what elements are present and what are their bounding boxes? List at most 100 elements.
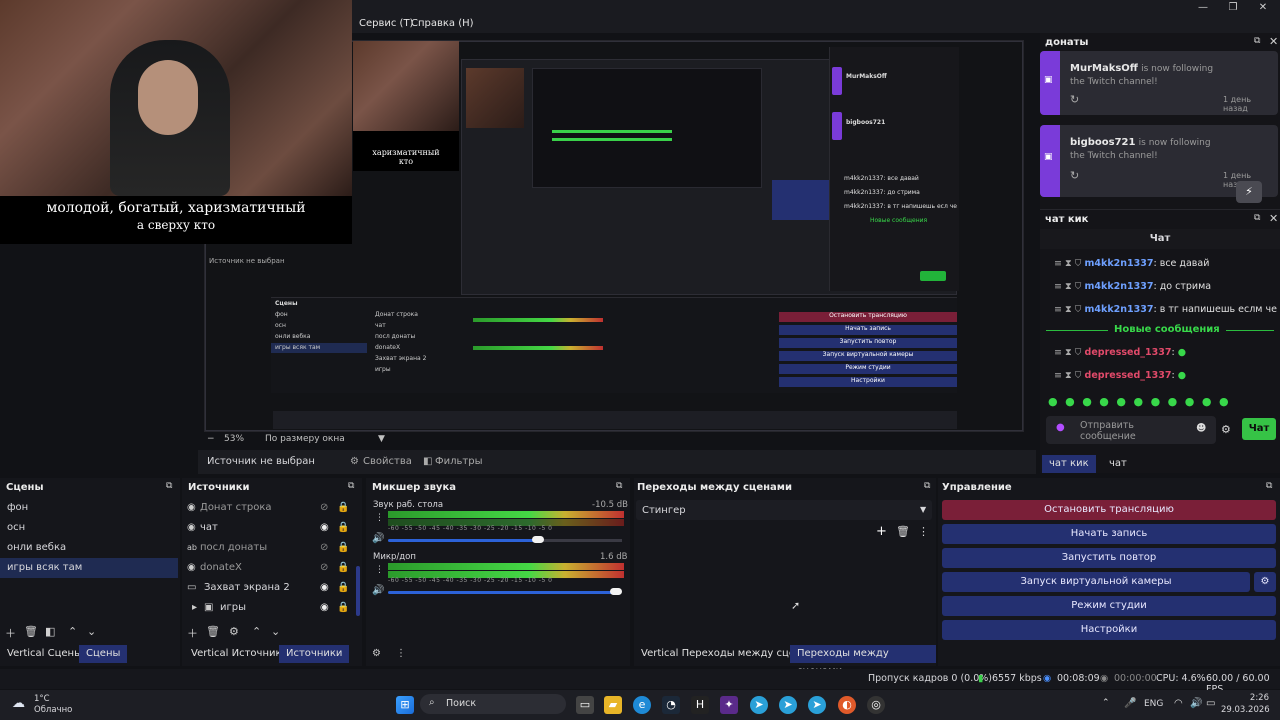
lock-icon[interactable]: 🔒	[337, 578, 349, 598]
speaker-icon[interactable]: 🔊	[372, 533, 384, 544]
scene-item-selected[interactable]: игры всяк там	[0, 558, 178, 578]
speaker-icon[interactable]: 🔊	[372, 585, 384, 596]
eye-icon[interactable]: ◉	[320, 598, 329, 618]
send-chat-button[interactable]: Чат	[1242, 418, 1276, 440]
scrollbar[interactable]	[356, 566, 360, 616]
transition-select[interactable]: Стингер ▼	[636, 500, 932, 520]
battery-icon[interactable]: ▭	[1206, 698, 1215, 709]
wifi-icon[interactable]: ◠	[1174, 698, 1183, 709]
language-indicator[interactable]: ENG	[1144, 699, 1163, 709]
app-icon[interactable]: ✦	[720, 696, 738, 714]
trash-icon[interactable]: 🗑	[896, 525, 910, 538]
source-item[interactable]: ◉ donateX ⊘ 🔒	[182, 558, 352, 578]
menu-service[interactable]: Сервис (Т)	[359, 18, 413, 29]
source-item[interactable]: ◉ Донат строка ⊘ 🔒	[182, 498, 352, 518]
refresh-icon[interactable]: ↻	[1070, 93, 1079, 106]
chevron-up-icon[interactable]: ⌃	[68, 625, 77, 638]
kebab-menu-icon[interactable]: ⋮	[396, 648, 406, 659]
kebab-menu-icon[interactable]: ⋮	[375, 565, 384, 575]
close-icon[interactable]: ✕	[1269, 212, 1278, 225]
tab-scenes[interactable]: Сцены	[79, 645, 128, 663]
weather-desc[interactable]: Облачно	[34, 705, 72, 715]
chevron-up-icon[interactable]: ⌃	[1102, 698, 1110, 708]
scene-item[interactable]: осн	[0, 518, 178, 538]
stop-stream-button[interactable]: Остановить трансляцию	[942, 500, 1276, 520]
eye-hidden-icon[interactable]: ⊘	[320, 538, 328, 558]
menu-help[interactable]: Справка (Н)	[411, 18, 474, 29]
kebab-menu-icon[interactable]: ⋮	[375, 513, 384, 523]
undock-icon[interactable]: ⧉	[616, 481, 622, 491]
source-group[interactable]: ▸ ▣ игры ◉ 🔒	[182, 598, 352, 618]
lock-icon[interactable]: 🔒	[337, 538, 349, 558]
undock-icon[interactable]: ⧉	[166, 481, 172, 491]
task-view-icon[interactable]: ▭	[576, 696, 594, 714]
undock-icon[interactable]: ⧉	[924, 481, 930, 491]
zoom-out-icon[interactable]: −	[207, 434, 215, 444]
volume-slider[interactable]	[388, 539, 538, 542]
chevron-down-icon[interactable]: ⌄	[87, 625, 96, 638]
windows-start-icon[interactable]: ⊞	[396, 696, 414, 714]
hyperx-icon[interactable]: H	[691, 696, 709, 714]
lock-icon[interactable]: 🔒	[337, 558, 349, 578]
telegram-icon[interactable]: ➤	[808, 696, 826, 714]
undock-icon[interactable]: ⧉	[1254, 36, 1260, 46]
chevron-down-icon[interactable]: ⌄	[271, 625, 280, 638]
close-icon[interactable]: ✕	[1248, 0, 1278, 15]
lightning-icon[interactable]: ⚡	[1236, 181, 1262, 203]
add-icon[interactable]: ＋	[5, 625, 16, 641]
explorer-icon[interactable]: ▰	[604, 696, 622, 714]
start-replay-button[interactable]: Запустить повтор	[942, 548, 1276, 568]
volume-knob[interactable]	[610, 588, 622, 595]
virtual-camera-button[interactable]: Запуск виртуальной камеры	[942, 572, 1250, 592]
chevron-up-icon[interactable]: ⌃	[252, 625, 261, 638]
steam-icon[interactable]: ◔	[662, 696, 680, 714]
emoji-icon[interactable]: ☻	[1196, 423, 1206, 434]
edge-icon[interactable]: e	[633, 696, 651, 714]
eye-hidden-icon[interactable]: ⊘	[320, 498, 328, 518]
tab-sources[interactable]: Источники	[279, 645, 350, 663]
add-icon[interactable]: +	[876, 524, 887, 539]
scene-item[interactable]: фон	[0, 498, 178, 518]
close-icon[interactable]: ✕	[1269, 35, 1278, 48]
refresh-icon[interactable]: ↻	[1070, 169, 1079, 182]
minimize-icon[interactable]: —	[1188, 0, 1218, 15]
lock-icon[interactable]: 🔒	[337, 498, 349, 518]
add-icon[interactable]: ＋	[187, 625, 198, 641]
gear-icon[interactable]: ⚙	[1221, 423, 1231, 436]
chevron-down-icon[interactable]: ▼	[378, 434, 385, 444]
filters-button[interactable]: Фильтры	[435, 456, 482, 467]
tab-transitions[interactable]: Переходы между сценами	[790, 645, 936, 677]
volume-knob[interactable]	[532, 536, 544, 543]
studio-mode-button[interactable]: Режим студии	[942, 596, 1276, 616]
emote-bar[interactable]: ● ● ● ● ● ● ● ● ● ● ●	[1048, 395, 1231, 408]
zoom-mode-select[interactable]: По размеру окна	[265, 434, 345, 444]
lock-icon[interactable]: 🔒	[337, 598, 349, 618]
tab-vertical-scenes[interactable]: Vertical Сцены	[0, 645, 89, 663]
scene-item[interactable]: онли вебка	[0, 538, 178, 558]
telegram-icon[interactable]: ➤	[750, 696, 768, 714]
gear-icon[interactable]: ⚙	[229, 625, 239, 638]
gear-icon[interactable]: ⚙	[1254, 572, 1276, 592]
clock-time[interactable]: 2:26	[1221, 693, 1269, 703]
telegram-icon[interactable]: ➤	[779, 696, 797, 714]
filter-icon[interactable]: ◧	[45, 625, 55, 638]
clock-date[interactable]: 29.03.2026	[1221, 705, 1270, 715]
mic-icon[interactable]: 🎤	[1124, 698, 1136, 709]
chat-input[interactable]: ● Отправить сообщение ☻	[1046, 416, 1216, 444]
weather-temp[interactable]: 1°C	[34, 694, 50, 704]
eye-icon[interactable]: ◉	[320, 518, 329, 538]
tab-kick-chat[interactable]: чат кик	[1042, 455, 1096, 473]
gear-icon[interactable]: ⚙	[372, 648, 381, 659]
source-item[interactable]: ▭ Захват экрана 2 ◉ 🔒	[182, 578, 352, 598]
chevron-right-icon[interactable]: ▸	[192, 598, 197, 618]
trash-icon[interactable]: 🗑	[206, 625, 220, 638]
eye-hidden-icon[interactable]: ⊘	[320, 558, 328, 578]
trash-icon[interactable]: 🗑	[24, 625, 38, 638]
maximize-icon[interactable]: ❐	[1218, 0, 1248, 15]
volume-icon[interactable]: 🔊	[1190, 698, 1202, 709]
kebab-menu-icon[interactable]: ⋮	[918, 525, 929, 538]
undock-icon[interactable]: ⧉	[348, 481, 354, 491]
source-item[interactable]: ab посл донаты ⊘ 🔒	[182, 538, 352, 558]
properties-button[interactable]: Свойства	[363, 456, 412, 467]
taskbar-search[interactable]: ⌕ Поиск	[420, 694, 566, 714]
